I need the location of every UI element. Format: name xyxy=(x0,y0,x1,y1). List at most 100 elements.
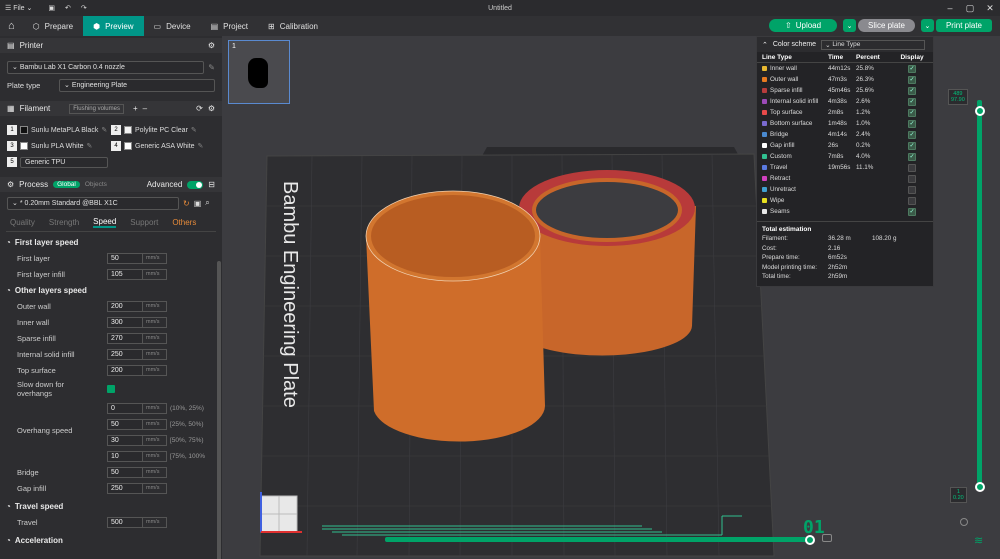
filament-item[interactable]: 2 Polylite PC Clear ✎ xyxy=(111,125,215,135)
process-preset: * 0.20mm Standard @BBL X1C xyxy=(19,199,118,207)
tab-device[interactable]: ▭ Device xyxy=(144,16,201,36)
display-checkbox[interactable]: ✓ xyxy=(908,152,916,161)
tab-support[interactable]: Support xyxy=(130,218,158,227)
layer-slider[interactable] xyxy=(977,100,982,490)
settings-dot-icon[interactable] xyxy=(960,518,968,526)
line-type-time: 47m3s xyxy=(828,76,847,83)
printer-select[interactable]: ⌄ Bambu Lab X1 Carbon 0.4 nozzle xyxy=(7,60,205,74)
layer-slider-top-handle[interactable] xyxy=(975,106,985,116)
param-input[interactable]: 200 xyxy=(107,364,143,376)
flushing-volumes-button[interactable]: Flushing volumes xyxy=(69,103,124,114)
param-input[interactable]: 10 xyxy=(107,450,143,462)
layers-stack-icon[interactable]: ≋ xyxy=(974,534,983,547)
param-input[interactable]: 50 xyxy=(107,418,143,430)
close-icon[interactable]: ✕ xyxy=(980,0,1000,16)
global-toggle[interactable]: Global xyxy=(53,181,80,188)
display-checkbox[interactable]: ✓ xyxy=(908,119,916,128)
move-slider-handle[interactable] xyxy=(805,535,815,545)
compare-icon[interactable]: ⊟ xyxy=(208,180,215,189)
line-type-percent: 25.8% xyxy=(856,65,874,72)
move-slider[interactable] xyxy=(385,537,810,542)
save-icon[interactable]: ▣ xyxy=(43,0,60,16)
param-input[interactable]: 50 xyxy=(107,252,143,264)
tab-strength[interactable]: Strength xyxy=(49,218,79,227)
edit-icon[interactable]: ✎ xyxy=(191,126,197,134)
sidebar-scrollbar[interactable] xyxy=(217,261,221,559)
advanced-switch[interactable] xyxy=(187,180,204,189)
tab-calibration[interactable]: ⊞ Calibration xyxy=(258,16,328,36)
upload-button[interactable]: ⇧ Upload xyxy=(769,19,838,32)
minimize-icon[interactable]: – xyxy=(940,0,960,16)
line-type-swatch xyxy=(762,88,767,93)
color-scheme-header[interactable]: ⌃ Color scheme ⌄ Line Type xyxy=(757,37,933,52)
gear-icon[interactable]: ⚙ xyxy=(208,104,215,113)
redo-icon[interactable]: ↷ xyxy=(76,0,92,16)
filament-item[interactable]: 4 Generic ASA White ✎ xyxy=(111,141,215,151)
filament-item[interactable]: 5 Generic TPU xyxy=(7,156,117,168)
display-checkbox[interactable] xyxy=(908,163,916,172)
tab-project[interactable]: ▤ Project xyxy=(201,16,258,36)
edit-icon[interactable]: ✎ xyxy=(87,142,93,150)
tab-preview[interactable]: ⬢ Preview xyxy=(83,16,144,36)
edit-icon[interactable]: ✎ xyxy=(198,142,204,150)
display-checkbox[interactable]: ✓ xyxy=(908,141,916,150)
param-input[interactable]: 300 xyxy=(107,316,143,328)
display-checkbox[interactable]: ✓ xyxy=(908,207,916,216)
minus-icon[interactable]: – xyxy=(143,104,147,113)
param-input[interactable]: 250 xyxy=(107,348,143,360)
slice-dropdown-icon[interactable]: ⌄ xyxy=(843,19,857,32)
display-checkbox[interactable]: ✓ xyxy=(908,97,916,106)
maximize-icon[interactable]: ▢ xyxy=(960,0,980,16)
plate-type-select[interactable]: ⌄ Engineering Plate xyxy=(59,78,215,92)
param-input[interactable]: 0 xyxy=(107,402,143,414)
reset-icon[interactable]: ↻ xyxy=(183,199,190,208)
display-checkbox[interactable]: ✓ xyxy=(908,130,916,139)
move-slider-icon[interactable] xyxy=(822,534,832,542)
printer-section-header[interactable]: ▤ Printer ⚙ xyxy=(0,38,222,53)
param-input[interactable]: 200 xyxy=(107,300,143,312)
display-checkbox[interactable] xyxy=(908,185,916,194)
home-button[interactable]: ⌂ xyxy=(0,16,23,36)
collapse-icon[interactable]: ⌃ xyxy=(762,41,768,49)
display-checkbox[interactable]: ✓ xyxy=(908,108,916,117)
param-input[interactable]: 105 xyxy=(107,268,143,280)
param-input[interactable]: 250 xyxy=(107,482,143,494)
acceleration-header: ◔ Acceleration xyxy=(0,532,222,548)
objects-toggle[interactable]: Objects xyxy=(85,181,107,188)
filament-item[interactable]: 3 Sunlu PLA White ✎ xyxy=(7,141,111,151)
display-checkbox[interactable] xyxy=(908,196,916,205)
print-dropdown-icon[interactable]: ⌄ xyxy=(920,19,934,32)
layer-slider-bottom-handle[interactable] xyxy=(975,482,985,492)
display-checkbox[interactable]: ✓ xyxy=(908,75,916,84)
estimation-key: Prepare time: xyxy=(762,254,800,262)
line-type-swatch xyxy=(762,209,767,214)
param-input[interactable]: 30 xyxy=(107,434,143,446)
display-checkbox[interactable]: ✓ xyxy=(908,64,916,73)
plate-thumbnail[interactable]: 1 xyxy=(228,40,290,104)
undo-icon[interactable]: ↶ xyxy=(60,0,76,16)
print-plate-button[interactable]: Print plate xyxy=(935,19,992,32)
param-input[interactable]: 50 xyxy=(107,466,143,478)
display-checkbox[interactable]: ✓ xyxy=(908,86,916,95)
line-type-select[interactable]: ⌄ Line Type xyxy=(821,39,926,50)
slice-plate-button[interactable]: Slice plate xyxy=(858,19,915,32)
display-checkbox[interactable] xyxy=(908,174,916,183)
tab-quality[interactable]: Quality xyxy=(10,218,35,227)
plus-icon[interactable]: + xyxy=(133,104,138,113)
save-icon[interactable]: ▣ xyxy=(194,199,202,208)
param-input[interactable]: 500 xyxy=(107,516,143,528)
tab-prepare[interactable]: ⬡ Prepare xyxy=(23,16,83,36)
filament-item[interactable]: 1 Sunlu MetaPLA Black ✎ xyxy=(7,125,111,135)
filament-section-header[interactable]: ▦ Filament Flushing volumes + – ⟳ ⚙ xyxy=(0,101,222,116)
param-input[interactable]: 270 xyxy=(107,332,143,344)
gear-icon[interactable]: ⚙ xyxy=(208,41,215,50)
sync-icon[interactable]: ⟳ xyxy=(196,104,203,113)
slow-down-checkbox[interactable] xyxy=(107,385,115,393)
file-menu[interactable]: ☰ File ⌄ xyxy=(0,0,37,16)
edit-icon[interactable]: ✎ xyxy=(101,126,107,134)
search-icon[interactable]: ⌕ xyxy=(205,198,209,208)
tab-speed[interactable]: Speed xyxy=(93,217,117,228)
edit-icon[interactable]: ✎ xyxy=(208,63,215,72)
process-preset-select[interactable]: ⌄ * 0.20mm Standard @BBL X1C xyxy=(7,196,179,210)
tab-others[interactable]: Others xyxy=(172,218,196,227)
